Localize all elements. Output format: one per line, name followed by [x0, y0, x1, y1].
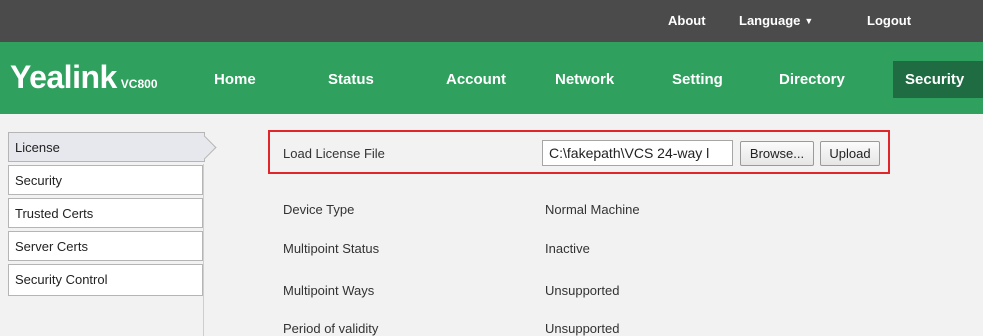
nav-setting[interactable]: Setting — [672, 71, 723, 88]
about-link[interactable]: About — [668, 13, 706, 28]
language-label: Language — [739, 13, 801, 28]
license-file-input[interactable]: C:\fakepath\VCS 24-way l — [542, 140, 733, 166]
multipoint-status-value: Inactive — [545, 241, 590, 256]
brand-name: Yealink — [10, 59, 117, 95]
period-of-validity-value: Unsupported — [545, 321, 620, 336]
multipoint-status-label: Multipoint Status — [283, 241, 380, 256]
chevron-down-icon: ▼ — [804, 16, 814, 26]
language-menu[interactable]: Language ▼ — [739, 13, 813, 28]
nav-status[interactable]: Status — [328, 71, 374, 88]
brand-model: VC800 — [120, 77, 158, 91]
logout-link[interactable]: Logout — [867, 13, 911, 28]
sidebar-item-security[interactable]: Security — [8, 165, 203, 195]
multipoint-ways-value: Unsupported — [545, 283, 620, 298]
sidebar-item-license[interactable]: License — [8, 132, 205, 162]
nav-directory[interactable]: Directory — [779, 71, 845, 88]
sidebar-item-trusted-certs[interactable]: Trusted Certs — [8, 198, 203, 228]
main-nav: Yealink VC800 Home Status Account Network… — [0, 42, 983, 114]
upload-button[interactable]: Upload — [820, 141, 880, 166]
device-type-label: Device Type — [283, 202, 355, 217]
sidebar-item-security-control[interactable]: Security Control — [8, 264, 203, 296]
nav-home[interactable]: Home — [214, 71, 256, 88]
utility-bar: About Language ▼ Logout — [0, 0, 983, 42]
nav-security-active[interactable]: Security — [893, 61, 983, 98]
browse-button[interactable]: Browse... — [740, 141, 814, 166]
load-license-label: Load License File — [283, 146, 385, 161]
device-type-value: Normal Machine — [545, 202, 640, 217]
brand-logo: Yealink VC800 — [10, 59, 158, 96]
sidebar-divider — [203, 164, 204, 336]
nav-network[interactable]: Network — [555, 71, 614, 88]
nav-account[interactable]: Account — [446, 71, 506, 88]
period-of-validity-label: Period of validity — [283, 321, 379, 336]
multipoint-ways-label: Multipoint Ways — [283, 283, 375, 298]
sidebar-item-server-certs[interactable]: Server Certs — [8, 231, 203, 261]
